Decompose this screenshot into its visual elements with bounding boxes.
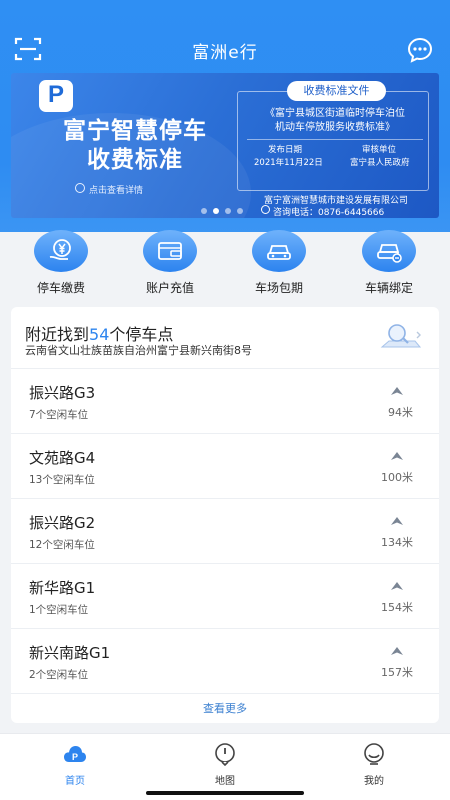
- see-more-link[interactable]: 查看更多: [11, 700, 439, 716]
- navigate-icon[interactable]: [390, 516, 404, 526]
- carousel-dot: [237, 208, 243, 214]
- banner-headline: 富宁智慧停车 收费标准: [63, 118, 207, 173]
- chat-more-icon: [407, 37, 433, 63]
- reviewer-label: 审核单位: [362, 145, 397, 155]
- map-search-button[interactable]: [379, 321, 423, 353]
- app-title: 富洲e行: [192, 43, 258, 63]
- action-lot-subscription[interactable]: 车场包期: [239, 228, 319, 298]
- document-tag: 收费标准文件: [287, 81, 386, 101]
- parking-logo-icon: P: [39, 80, 73, 112]
- message-button[interactable]: [406, 36, 434, 64]
- wallet-icon: [158, 242, 182, 260]
- parking-lot-item[interactable]: 新兴南路G1 2个空闲车位 157米: [11, 628, 439, 693]
- current-address: 云南省文山壮族苗族自治州富宁县新兴南街8号: [25, 344, 252, 357]
- tab-home[interactable]: P 首页: [35, 740, 115, 790]
- tap-icon: [75, 183, 85, 193]
- action-account-recharge[interactable]: 账户充值: [130, 228, 210, 298]
- parking-lot-item[interactable]: 振兴路G3 7个空闲车位 94米: [11, 368, 439, 433]
- bottom-tab-bar: P 首页 地图 我的: [0, 733, 450, 800]
- phone-icon: [261, 205, 270, 214]
- navigate-icon[interactable]: [390, 451, 404, 461]
- publish-label: 发布日期: [268, 145, 303, 155]
- car-icon: [267, 245, 291, 260]
- parking-lot-item[interactable]: 文苑路G4 13个空闲车位 100米: [11, 433, 439, 498]
- publish-date: 2021年11月22日: [254, 158, 323, 168]
- parking-lot-item[interactable]: 振兴路G2 12个空闲车位 134米: [11, 498, 439, 563]
- promo-banner[interactable]: P 富宁智慧停车 收费标准 点击查看详情 收费标准文件 《富宁县城区街道临时停车…: [11, 73, 439, 218]
- header-background: 富洲e行 P 富宁智慧停车 收费标准 点击查看详情 收费标准文件 《富宁县城区街…: [0, 0, 450, 232]
- map-search-icon: [380, 324, 422, 348]
- divider: [247, 139, 423, 140]
- carousel-dot: [201, 208, 207, 214]
- carousel-dot-active: [213, 208, 219, 214]
- home-indicator: [146, 791, 304, 795]
- navigate-icon[interactable]: [390, 386, 404, 396]
- top-bar: 富洲e行: [0, 28, 450, 68]
- nearby-parking-card: 附近找到54个停车点 云南省文山壮族苗族自治州富宁县新兴南街8号 振兴路G3 7…: [11, 307, 439, 723]
- document-title: 《富宁县城区街道临时停车泊位 机动车停放服务收费标准》: [265, 108, 405, 133]
- car-link-icon: [377, 244, 402, 263]
- profile-icon: [364, 743, 384, 765]
- navigate-icon[interactable]: [390, 646, 404, 656]
- home-parking-icon: P: [64, 746, 86, 762]
- phone-number: 咨询电话：0876-6445666: [273, 208, 385, 218]
- tab-map[interactable]: 地图: [185, 740, 265, 790]
- quick-actions: 停车缴费 账户充值 车场包期 车辆绑定: [0, 228, 450, 300]
- parking-lot-item[interactable]: 新华路G1 1个空闲车位 154米: [11, 563, 439, 628]
- svg-text:P: P: [72, 752, 78, 762]
- action-vehicle-binding[interactable]: 车辆绑定: [349, 228, 429, 298]
- navigate-icon[interactable]: [390, 581, 404, 591]
- yuan-hand-icon: [49, 239, 71, 260]
- carousel-dot: [225, 208, 231, 214]
- tab-profile[interactable]: 我的: [334, 740, 414, 790]
- banner-cta[interactable]: 点击查看详情: [89, 183, 143, 196]
- reviewer-value: 富宁县人民政府: [350, 158, 410, 168]
- carousel-indicator: [201, 208, 261, 216]
- map-pin-icon: [215, 743, 235, 766]
- action-parking-payment[interactable]: 停车缴费: [21, 228, 101, 298]
- document-card: [237, 91, 429, 191]
